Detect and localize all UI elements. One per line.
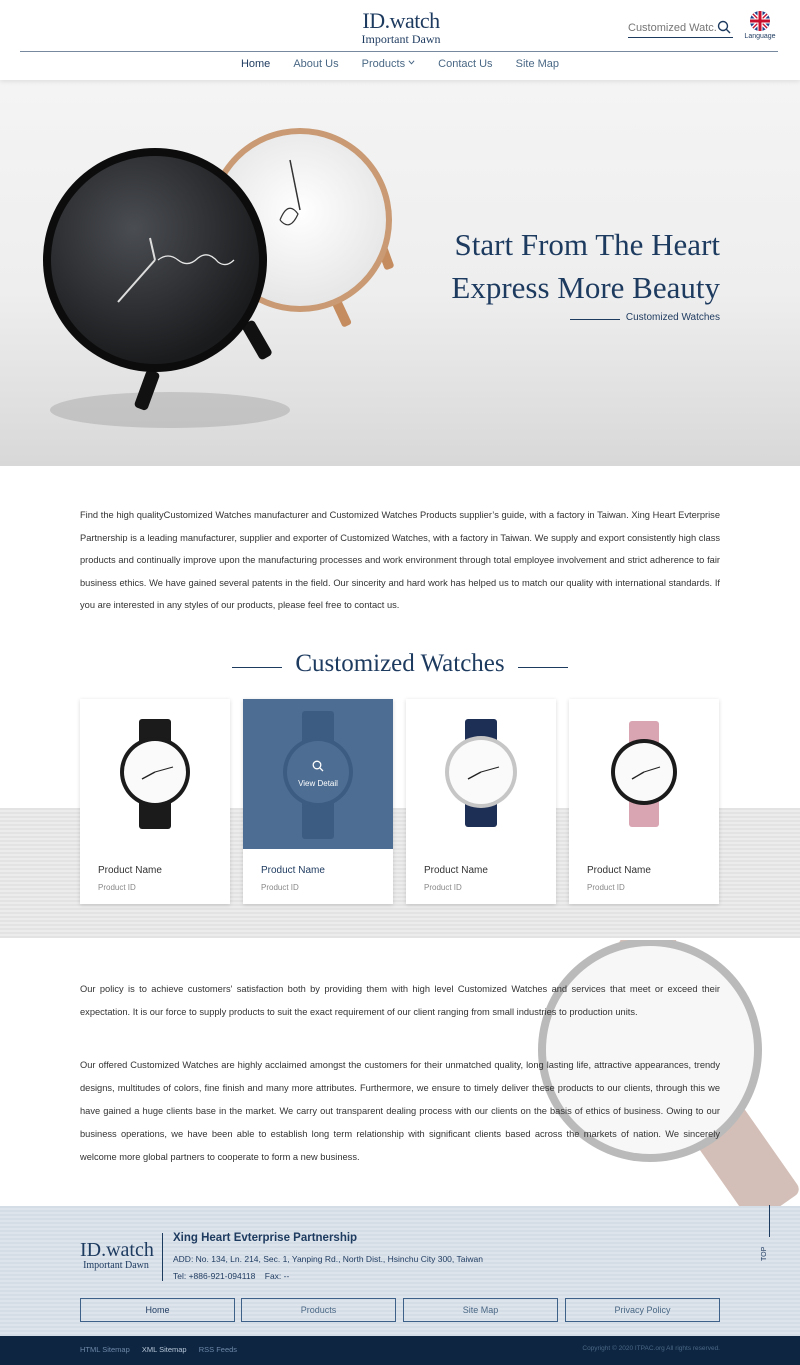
product-card[interactable]: Product Name Product ID	[569, 699, 719, 904]
hero-watches-image	[43, 128, 394, 428]
nav-home[interactable]: Home	[241, 58, 270, 70]
policy-paragraph-1: Our policy is to achieve customers' sati…	[80, 984, 720, 1017]
header-divider	[20, 51, 778, 52]
product-id: Product ID	[261, 883, 299, 892]
footer-phone: Tel: +886-921-094118 Fax: --	[173, 1271, 290, 1281]
logo-line2: Important Dawn	[361, 32, 441, 46]
language-selector[interactable]: Language	[744, 11, 776, 40]
site-logo[interactable]: ID.watch Important Dawn	[356, 8, 446, 46]
bottom-bar: HTML Sitemap XML Sitemap RSS Feeds Copyr…	[0, 1336, 800, 1365]
product-name: Product Name	[587, 865, 651, 876]
product-id: Product ID	[424, 883, 462, 892]
copyright: Copyright © 2020 ITPAC.org All rights re…	[582, 1345, 720, 1352]
footer-logo[interactable]: ID.watch Important Dawn	[80, 1239, 154, 1271]
section-title: Customized Watches	[295, 650, 505, 677]
hero-banner: Start From The Heart Express More Beauty…	[0, 80, 800, 466]
product-name: Product Name	[424, 865, 488, 876]
product-image	[611, 721, 677, 827]
logo-line1: ID.watch	[362, 8, 440, 33]
product-hover-overlay[interactable]: View Detail	[243, 699, 393, 849]
product-card[interactable]: Product Name Product ID	[80, 699, 230, 904]
footer-logo-line2: Important Dawn	[83, 1260, 149, 1271]
back-to-top-button[interactable]: TOP	[761, 1205, 779, 1275]
product-id: Product ID	[98, 883, 136, 892]
section-title-right-line	[518, 667, 568, 668]
html-sitemap-link[interactable]: HTML Sitemap	[80, 1345, 130, 1354]
nav-contact-us[interactable]: Contact Us	[438, 58, 492, 70]
nav-site-map[interactable]: Site Map	[516, 58, 559, 70]
intro-paragraph: Find the high qualityCustomized Watches …	[80, 510, 720, 611]
footer-home-button[interactable]: Home	[80, 1298, 235, 1322]
product-name: Product Name	[261, 865, 325, 876]
hero-subtitle: Customized Watches	[570, 312, 720, 323]
hero-title-line2: Express More Beauty	[451, 270, 720, 305]
hero-title-line1: Start From The Heart	[454, 227, 720, 262]
view-detail-label: View Detail	[298, 779, 338, 788]
product-name: Product Name	[98, 865, 162, 876]
product-card[interactable]: View Detail Product Name Product ID	[243, 699, 393, 904]
back-to-top-line	[769, 1205, 770, 1237]
chevron-down-icon	[408, 60, 415, 65]
uk-flag-icon	[750, 11, 770, 31]
site-header: ID.watch Important Dawn Language Home Ab…	[0, 0, 800, 80]
language-label: Language	[744, 33, 776, 40]
search-box	[628, 18, 733, 38]
footer-logo-line1: ID.watch	[80, 1239, 154, 1261]
footer-privacy-policy-button[interactable]: Privacy Policy	[565, 1298, 720, 1322]
xml-sitemap-link[interactable]: XML Sitemap	[142, 1345, 187, 1354]
back-to-top-label: TOP	[761, 1246, 768, 1261]
hero-subtitle-text: Customized Watches	[625, 312, 720, 323]
nav-products-label: Products	[361, 58, 406, 70]
hero-title: Start From The Heart Express More Beauty	[420, 223, 720, 309]
bottom-links: HTML Sitemap XML Sitemap RSS Feeds	[80, 1345, 247, 1354]
product-image	[120, 719, 190, 829]
nav-products[interactable]: Products	[362, 58, 415, 70]
product-card[interactable]: Product Name Product ID	[406, 699, 556, 904]
rss-feeds-link[interactable]: RSS Feeds	[199, 1345, 237, 1354]
footer-address: ADD: No. 134, Ln. 214, Sec. 1, Yanping R…	[173, 1254, 483, 1264]
nav-about-us[interactable]: About Us	[293, 58, 338, 70]
footer-site-map-button[interactable]: Site Map	[403, 1298, 558, 1322]
hero-subtitle-dash	[570, 319, 620, 320]
product-id: Product ID	[587, 883, 625, 892]
footer-company-name: Xing Heart Evterprise Partnership	[173, 1232, 358, 1244]
footer-products-button[interactable]: Products	[241, 1298, 396, 1322]
policy-paragraph-2: Our offered Customized Watches are highl…	[80, 1060, 720, 1162]
magnifier-icon	[312, 760, 324, 772]
main-nav: Home About Us Products Contact Us Site M…	[0, 58, 800, 76]
search-icon[interactable]	[717, 20, 731, 34]
product-image	[445, 719, 517, 827]
footer-divider	[162, 1233, 163, 1281]
search-input[interactable]	[628, 19, 716, 34]
